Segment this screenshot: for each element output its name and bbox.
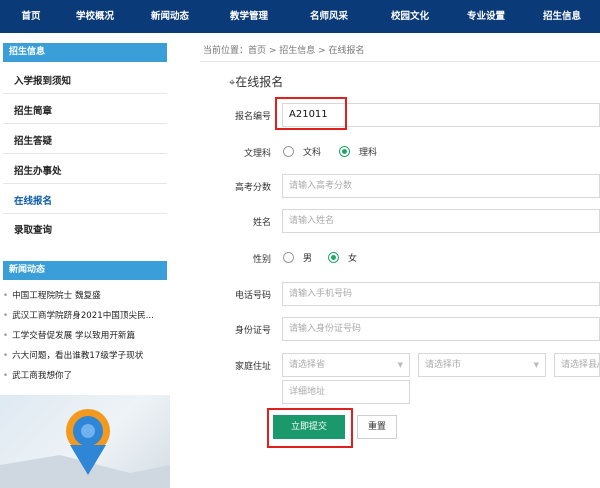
- nav-home[interactable]: 首页: [0, 0, 62, 33]
- bullet: •: [3, 331, 9, 341]
- sidebar-item-admission-office[interactable]: 招生办事处: [14, 163, 62, 177]
- news-item-text: 武工商我想你了: [12, 371, 73, 381]
- divider: [200, 61, 600, 62]
- track-label: 文理科: [243, 149, 271, 159]
- top-nav: 首页 学校概况 新闻动态 教学管理 名师风采 校园文化 专业设置 招生信息: [0, 0, 600, 33]
- news-item[interactable]: • 六大问题，看出谁教17级学子现状: [3, 349, 173, 361]
- track-science-radio[interactable]: [339, 146, 350, 157]
- divider: [3, 93, 167, 94]
- chevron-down-icon: ▼: [397, 361, 403, 369]
- sidebar-header-admissions: 招生信息: [3, 43, 167, 62]
- breadcrumb: 当前位置：首页 > 招生信息 > 在线报名: [203, 46, 365, 56]
- gender-label: 性别: [252, 255, 271, 265]
- chevron-down-icon: ▼: [533, 361, 539, 369]
- sidebar-item-enrollment-notice[interactable]: 入学报到须知: [14, 73, 71, 87]
- score-label: 高考分数: [234, 183, 271, 193]
- phone-input[interactable]: 请输入手机号码: [282, 282, 600, 306]
- nav-teachers[interactable]: 名师风采: [286, 0, 372, 33]
- province-select[interactable]: 请选择省 ▼: [282, 353, 410, 377]
- track-arts-radio[interactable]: [283, 146, 294, 157]
- news-item-text: 中国工程院院士 魏复盛: [12, 291, 101, 301]
- highlight-box: [275, 97, 347, 130]
- address-label: 家庭住址: [234, 362, 271, 372]
- news-item-text: 六大问题，看出谁教17级学子现状: [12, 351, 144, 361]
- form-title-text: 在线报名: [235, 75, 284, 89]
- address-detail-input[interactable]: 详细地址: [282, 380, 410, 404]
- nav-majors[interactable]: 专业设置: [448, 0, 524, 33]
- reg-no-label: 报名编号: [234, 112, 271, 122]
- track-science-text: 理科: [359, 148, 378, 158]
- province-select-text: 请选择省: [289, 360, 326, 370]
- nav-campus-culture[interactable]: 校园文化: [372, 0, 448, 33]
- divider: [3, 123, 167, 124]
- sidebar-item-faq[interactable]: 招生答疑: [14, 133, 52, 147]
- id-card-label: 身份证号: [234, 326, 271, 336]
- city-select-text: 请选择市: [425, 360, 462, 370]
- main-content: 当前位置：首页 > 招生信息 > 在线报名 ⌖在线报名 报名编号 A21011 …: [185, 33, 600, 455]
- id-card-input[interactable]: 请输入身份证号码: [282, 317, 600, 341]
- divider: [3, 153, 167, 154]
- map-pin-illustration: [0, 409, 170, 488]
- divider: [3, 183, 167, 184]
- bullet: •: [3, 371, 9, 381]
- gender-female-text: 女: [348, 254, 358, 264]
- sidebar: 招生信息 入学报到须知 招生简章 招生答疑 招生办事处 在线报名 录取查询 新闻…: [0, 33, 185, 488]
- news-item[interactable]: • 武工商我想你了: [3, 369, 173, 381]
- sidebar-header-news: 新闻动态: [3, 261, 167, 280]
- phone-label: 电话号码: [234, 291, 271, 301]
- score-input[interactable]: 请输入高考分数: [282, 174, 600, 198]
- form-title: ⌖在线报名: [229, 73, 283, 90]
- gender-male-radio[interactable]: [283, 252, 294, 263]
- sidebar-item-admission-query[interactable]: 录取查询: [14, 222, 52, 236]
- nav-admissions[interactable]: 招生信息: [524, 0, 600, 33]
- county-select[interactable]: 请选择县/区: [554, 353, 600, 377]
- nav-news[interactable]: 新闻动态: [128, 0, 212, 33]
- track-arts-text: 文科: [303, 148, 322, 158]
- name-label: 姓名: [252, 218, 271, 228]
- county-select-text: 请选择县/区: [561, 360, 600, 370]
- divider: [3, 213, 167, 214]
- news-item[interactable]: • 中国工程院院士 魏复盛: [3, 289, 173, 301]
- bullet: •: [3, 351, 9, 361]
- bullet: •: [3, 311, 9, 321]
- sidebar-item-admission-guide[interactable]: 招生简章: [14, 103, 52, 117]
- city-select[interactable]: 请选择市 ▼: [418, 353, 546, 377]
- nav-school-overview[interactable]: 学校概况: [62, 0, 128, 33]
- bullet: •: [3, 291, 9, 301]
- news-item-text: 武汉工商学院跻身2021中国顶尖民...: [12, 311, 154, 321]
- gender-female-radio[interactable]: [328, 252, 339, 263]
- gender-male-text: 男: [303, 254, 313, 264]
- reset-button[interactable]: 重置: [357, 415, 397, 439]
- nav-teaching[interactable]: 教学管理: [212, 0, 286, 33]
- highlight-box: [267, 408, 353, 448]
- news-item[interactable]: • 武汉工商学院跻身2021中国顶尖民...: [3, 309, 173, 321]
- sidebar-item-online-registration[interactable]: 在线报名: [14, 193, 52, 207]
- news-item[interactable]: • 工学交替促发展 学以致用开新篇: [3, 329, 173, 341]
- name-input[interactable]: 请输入姓名: [282, 209, 600, 233]
- sidebar-image: [0, 395, 170, 488]
- news-item-text: 工学交替促发展 学以致用开新篇: [12, 331, 136, 341]
